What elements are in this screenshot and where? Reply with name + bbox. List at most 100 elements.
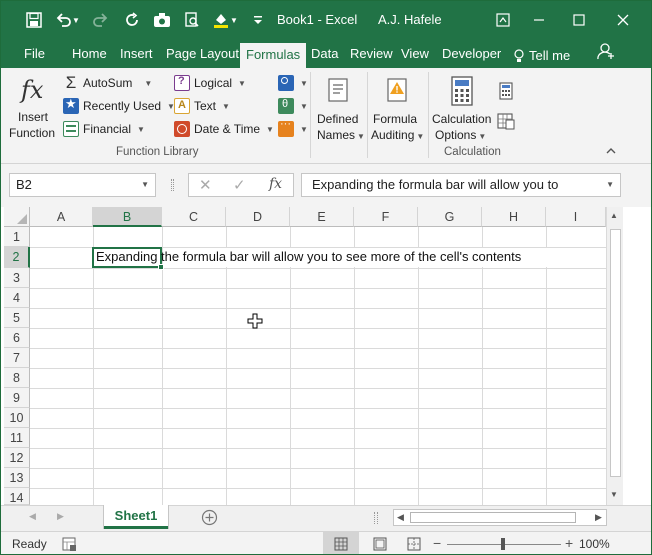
zoom-slider[interactable] [447, 538, 561, 550]
customize-qat-icon[interactable] [247, 9, 269, 31]
column-header-i[interactable]: I [546, 207, 606, 227]
more-functions-icon: ··· [278, 118, 294, 137]
enter-icon[interactable]: ✓ [233, 176, 246, 194]
logical-button[interactable]: ? Logical ▼ [174, 73, 246, 93]
date-time-button[interactable]: Date & Time ▼ [174, 119, 274, 139]
refresh-icon[interactable] [121, 9, 143, 31]
scroll-right-icon[interactable]: ▶ [595, 512, 602, 523]
text-functions-button[interactable]: A Text ▼ [174, 96, 230, 116]
zoom-in-button[interactable]: + [565, 535, 573, 551]
chevron-down-icon: ▼ [300, 101, 308, 111]
user-name[interactable]: A.J. Hafele [378, 12, 442, 27]
close-icon[interactable] [601, 5, 645, 35]
horizontal-scroll-thumb[interactable] [410, 512, 576, 523]
tell-me-search[interactable]: Tell me [511, 44, 572, 68]
formula-input[interactable]: Expanding the formula bar will allow you… [301, 173, 621, 197]
insert-function-button[interactable]: fx Insert Function [9, 70, 59, 142]
tab-view[interactable]: View [399, 44, 431, 68]
expand-formula-bar-icon[interactable]: ▼ [602, 174, 614, 196]
scroll-left-icon[interactable]: ◀ [397, 512, 404, 523]
row-header-3[interactable]: 3 [4, 268, 30, 288]
resize-handle[interactable] [171, 179, 174, 191]
vertical-scrollbar[interactable]: ▲ ▼ [606, 207, 623, 505]
row-header-10[interactable]: 10 [4, 408, 30, 428]
undo-dropdown-icon[interactable]: ▼ [71, 9, 81, 31]
collapse-ribbon-icon[interactable] [605, 146, 617, 159]
row-header-12[interactable]: 12 [4, 448, 30, 468]
horizontal-scrollbar[interactable]: ◀ ▶ [393, 509, 607, 526]
minimize-icon[interactable] [517, 5, 561, 35]
name-box[interactable]: B2 ▼ [9, 173, 156, 197]
column-header-c[interactable]: C [162, 207, 226, 227]
normal-view-button[interactable] [323, 532, 359, 554]
zoom-slider-thumb[interactable] [501, 538, 505, 550]
financial-book-icon [63, 121, 79, 137]
column-header-d[interactable]: D [226, 207, 290, 227]
defined-names-button[interactable]: Defined Names ▼ [314, 72, 365, 144]
chevron-down-icon: ▼ [222, 101, 230, 111]
prev-sheet-icon[interactable]: ◀ [29, 511, 36, 522]
tab-data[interactable]: Data [309, 44, 340, 68]
row-header-6[interactable]: 6 [4, 328, 30, 348]
page-break-view-icon[interactable] [407, 537, 421, 554]
calculate-now-icon[interactable] [497, 82, 515, 103]
lookup-reference-button[interactable]: ▼ [278, 73, 308, 93]
column-header-e[interactable]: E [290, 207, 354, 227]
camera-icon[interactable] [151, 9, 173, 31]
fill-color-dropdown-icon[interactable]: ▼ [229, 9, 239, 31]
row-header-8[interactable]: 8 [4, 368, 30, 388]
column-header-g[interactable]: G [418, 207, 482, 227]
financial-button[interactable]: Financial ▼ [63, 119, 145, 139]
macro-recording-icon[interactable] [61, 536, 77, 554]
lookup-icon [278, 75, 294, 91]
tab-home[interactable]: Home [70, 44, 109, 68]
chevron-down-icon[interactable]: ▼ [141, 174, 149, 196]
column-header-b[interactable]: B [93, 207, 162, 227]
row-header-13[interactable]: 13 [4, 468, 30, 488]
tab-insert[interactable]: Insert [118, 44, 155, 68]
row-header-14[interactable]: 14 [4, 488, 30, 505]
calculate-sheet-icon[interactable] [497, 112, 515, 133]
zoom-out-button[interactable]: − [433, 535, 441, 551]
row-header-7[interactable]: 7 [4, 348, 30, 368]
math-trig-button[interactable]: θ ▼ [278, 96, 308, 116]
tab-formulas[interactable]: Formulas [240, 43, 307, 68]
add-sheet-icon[interactable] [201, 509, 218, 529]
fill-handle[interactable] [158, 264, 164, 270]
cancel-icon[interactable]: ✕ [199, 176, 212, 194]
save-icon[interactable] [23, 9, 45, 31]
tab-page-layout[interactable]: Page Layout [164, 44, 241, 68]
sheet-tab-sheet1[interactable]: Sheet1 [104, 505, 168, 529]
row-header-2[interactable]: 2 [4, 247, 30, 268]
formula-auditing-button[interactable]: Formula Auditing ▼ [371, 72, 426, 144]
row-header-5[interactable]: 5 [4, 308, 30, 328]
more-functions-button[interactable]: ··· ▼ [278, 118, 308, 139]
maximize-icon[interactable] [557, 5, 601, 35]
insert-function-icon[interactable]: fx [269, 176, 282, 192]
scroll-down-icon[interactable]: ▼ [610, 490, 618, 499]
zoom-level[interactable]: 100% [579, 537, 610, 551]
row-header-1[interactable]: 1 [4, 227, 30, 247]
tab-split-handle[interactable] [374, 512, 378, 524]
tab-developer[interactable]: Developer [440, 44, 503, 68]
tab-file[interactable]: File [22, 44, 47, 68]
formula-auditing-label-2: Auditing ▼ [371, 128, 425, 142]
column-header-f[interactable]: F [354, 207, 418, 227]
scroll-up-icon[interactable]: ▲ [610, 211, 618, 220]
row-header-4[interactable]: 4 [4, 288, 30, 308]
recently-used-button[interactable]: ★ Recently Used ▼ [63, 96, 175, 116]
share-icon[interactable] [595, 42, 617, 66]
tab-review[interactable]: Review [348, 44, 395, 68]
next-sheet-icon[interactable]: ▶ [57, 511, 64, 522]
row-header-9[interactable]: 9 [4, 388, 30, 408]
column-header-h[interactable]: H [482, 207, 546, 227]
redo-icon[interactable] [89, 9, 111, 31]
autosum-button[interactable]: Σ AutoSum ▼ [63, 73, 153, 93]
row-header-11[interactable]: 11 [4, 428, 30, 448]
vertical-scroll-thumb[interactable] [610, 229, 621, 477]
calculation-options-button[interactable]: Calculation Options ▼ [431, 72, 493, 144]
page-layout-view-icon[interactable] [373, 537, 387, 554]
print-preview-icon[interactable] [181, 9, 203, 31]
select-all-button[interactable] [4, 207, 30, 227]
column-header-a[interactable]: A [30, 207, 93, 227]
